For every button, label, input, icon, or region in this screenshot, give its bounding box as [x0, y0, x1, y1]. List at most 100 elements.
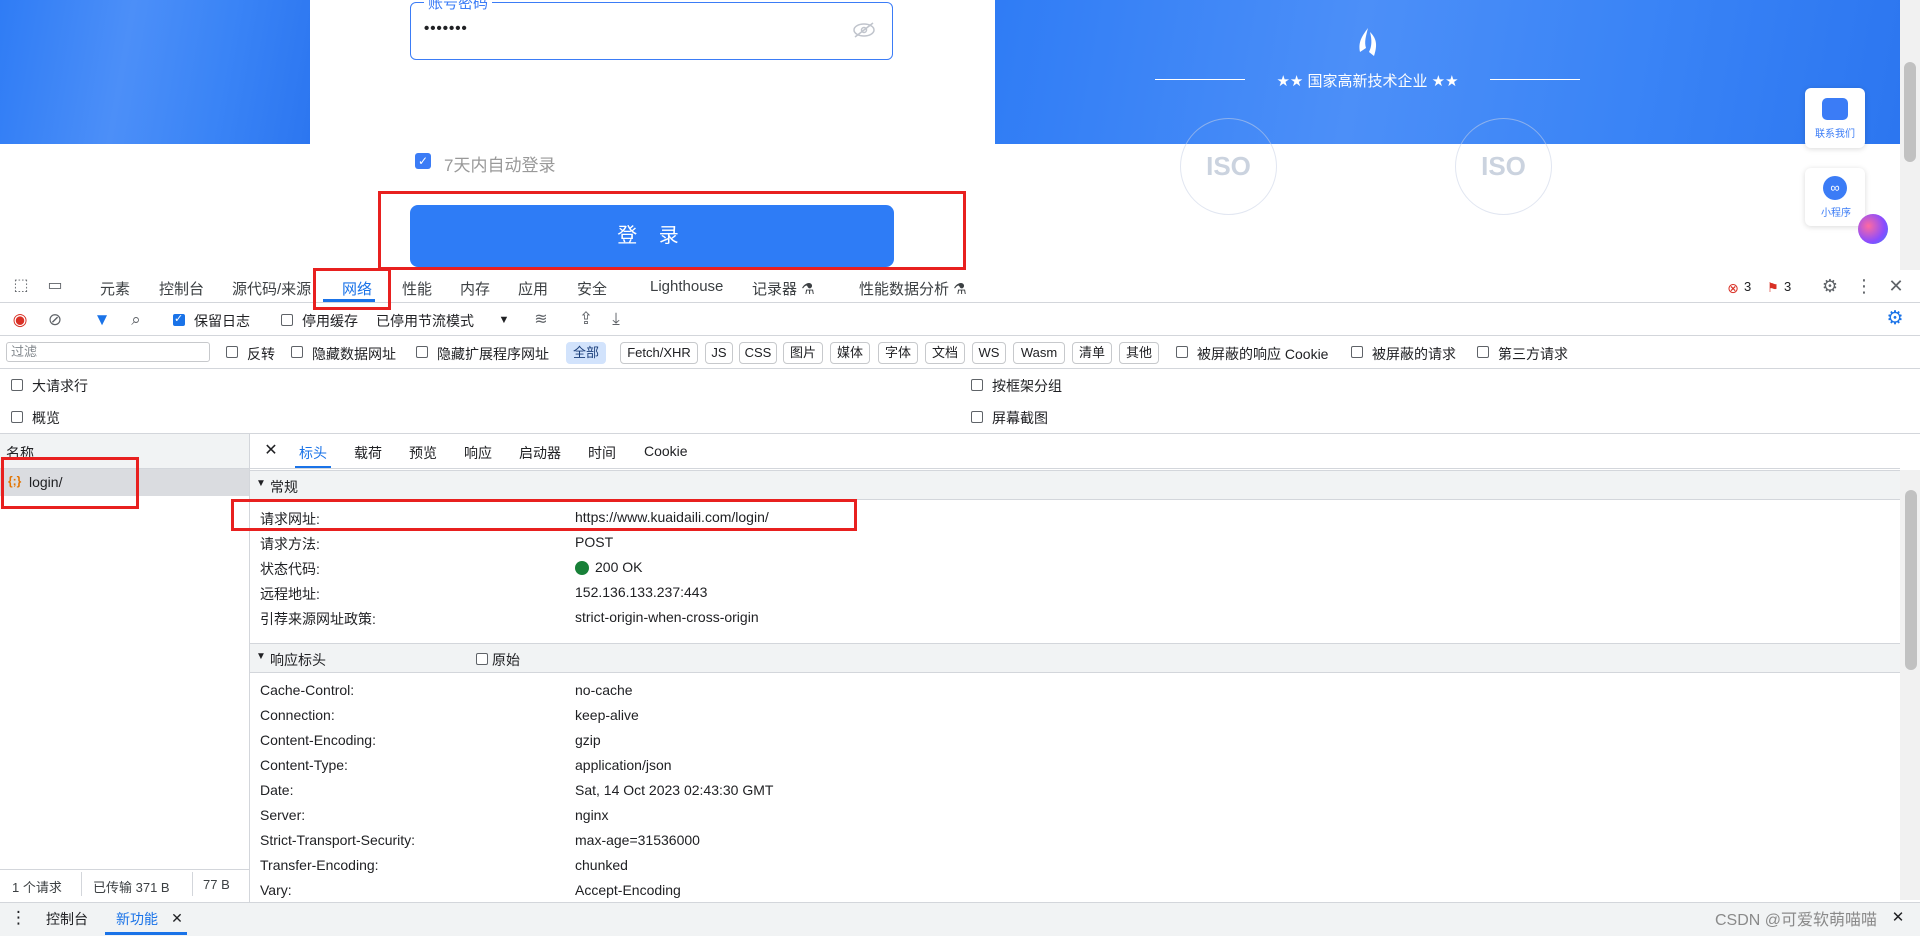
tab-elements[interactable]: 元素 — [100, 278, 130, 299]
filter-chip-wasm[interactable]: Wasm — [1013, 342, 1065, 364]
tab-timing[interactable]: 时间 — [588, 443, 616, 463]
filter-chip-other[interactable]: 其他 — [1119, 342, 1159, 364]
page-scrollbar-thumb[interactable] — [1904, 62, 1916, 162]
blocked-cookies-checkbox[interactable] — [1176, 346, 1188, 358]
device-toolbar-icon[interactable]: ▭ — [44, 276, 66, 296]
request-method-value: POST — [575, 534, 614, 550]
tab-headers[interactable]: 标头 — [299, 443, 327, 463]
drawer-tab-console[interactable]: 控制台 — [46, 909, 88, 929]
tab-console[interactable]: 控制台 — [159, 278, 204, 299]
header-value: application/json — [575, 757, 672, 773]
upload-har-icon[interactable]: ⇪ — [576, 309, 596, 329]
filter-chip-font[interactable]: 字体 — [878, 342, 918, 364]
clear-icon[interactable]: ⊘ — [45, 310, 65, 330]
close-tab-icon[interactable]: ✕ — [170, 908, 184, 928]
preserve-log-checkbox[interactable] — [173, 312, 185, 326]
blocked-cookies-label: 被屏蔽的响应 Cookie — [1197, 346, 1329, 362]
detail-scrollbar-thumb[interactable] — [1905, 490, 1917, 670]
tagline: ★★ 国家高新技术企业 ★★ — [1155, 70, 1580, 90]
overview-checkbox[interactable] — [11, 411, 23, 423]
tab-cookies[interactable]: Cookie — [644, 443, 688, 459]
third-party-checkbox[interactable] — [1477, 346, 1489, 358]
tab-lighthouse[interactable]: Lighthouse — [650, 278, 723, 295]
throttle-select[interactable]: 已停用节流模式 — [376, 311, 474, 331]
inspect-element-icon[interactable]: ⬚ — [10, 276, 32, 296]
preserve-log-label: 保留日志 — [194, 313, 250, 329]
screenshots-label: 屏幕截图 — [992, 410, 1048, 426]
filter-chip-js[interactable]: JS — [705, 342, 733, 364]
password-legend: 账号密码 — [424, 0, 493, 13]
expand-triangle-icon[interactable]: ▼ — [256, 478, 266, 489]
tab-preview[interactable]: 预览 — [409, 443, 437, 463]
invert-checkbox[interactable] — [226, 346, 238, 358]
header-key: Server: — [260, 807, 306, 823]
general-section-header[interactable]: ▼ 常规 — [250, 470, 1900, 500]
issue-flag-icon[interactable]: ⚑ — [1765, 278, 1781, 298]
hide-extension-urls-checkbox[interactable] — [416, 346, 428, 358]
network-options — [0, 369, 1920, 434]
tab-recorder[interactable]: 记录器 ⚗ — [752, 278, 815, 299]
mini-program-label: 小程序 — [1821, 208, 1851, 219]
tab-application[interactable]: 应用 — [518, 278, 548, 299]
filter-chip-css[interactable]: CSS — [739, 342, 777, 364]
header-key: Content-Encoding: — [260, 732, 376, 748]
summary-divider — [192, 872, 193, 896]
filter-chip-doc[interactable]: 文档 — [925, 342, 965, 364]
blocked-requests-checkbox[interactable] — [1351, 346, 1363, 358]
drawer-tab-whats-new[interactable]: 新功能 — [116, 909, 158, 929]
screenshots-checkbox[interactable] — [971, 411, 983, 423]
tab-security[interactable]: 安全 — [577, 278, 607, 299]
filter-chip-ws[interactable]: WS — [972, 342, 1006, 364]
contact-us-label: 联系我们 — [1815, 129, 1855, 140]
record-stop-icon[interactable]: ◉ — [10, 310, 30, 330]
more-menu-icon[interactable]: ⋮ — [1854, 276, 1874, 296]
header-value: max-age=31536000 — [575, 832, 700, 848]
chevron-down-icon[interactable]: ▼ — [496, 310, 512, 330]
tab-memory[interactable]: 内存 — [460, 278, 490, 299]
disable-cache-checkbox[interactable] — [281, 314, 293, 326]
filter-chip-img[interactable]: 图片 — [783, 342, 823, 364]
filter-icon[interactable]: ▼ — [92, 310, 112, 330]
big-request-rows-label: 大请求行 — [32, 378, 88, 394]
tab-response[interactable]: 响应 — [464, 443, 492, 463]
hide-data-urls-checkbox[interactable] — [291, 346, 303, 358]
web-page: 账号密码 ••••••• ✓ 7天内自动登录 登 录 ★★ 国家高新技术企业 ★… — [0, 0, 1920, 270]
download-har-icon[interactable]: ⤓ — [606, 309, 626, 329]
tab-performance-insights[interactable]: 性能数据分析 ⚗ — [859, 278, 967, 299]
filter-input[interactable]: 过滤 — [6, 342, 210, 362]
filter-chip-all[interactable]: 全部 — [566, 342, 606, 364]
close-devtools-icon[interactable]: ✕ — [1886, 276, 1906, 296]
error-count[interactable]: 3 — [1744, 279, 1751, 294]
hide-extension-urls-label: 隐藏扩展程序网址 — [437, 346, 549, 362]
big-request-rows-checkbox[interactable] — [11, 379, 23, 391]
settings-gear-icon[interactable]: ⚙ — [1819, 276, 1841, 296]
company-logo-icon — [1359, 28, 1377, 56]
expand-triangle-icon[interactable]: ▼ — [256, 651, 266, 662]
filter-chip-manifest[interactable]: 清单 — [1072, 342, 1112, 364]
tab-payload[interactable]: 载荷 — [354, 443, 382, 463]
eye-off-icon[interactable] — [852, 22, 876, 38]
close-drawer-icon[interactable]: ✕ — [1890, 908, 1906, 928]
filter-chip-media[interactable]: 媒体 — [830, 342, 870, 364]
header-key: Cache-Control: — [260, 682, 355, 698]
search-icon[interactable]: ⌕ — [126, 310, 146, 330]
group-by-frame-checkbox[interactable] — [971, 379, 983, 391]
referrer-policy-key: 引荐来源网址政策: — [260, 611, 376, 627]
filter-chip-fetch-xhr[interactable]: Fetch/XHR — [620, 342, 698, 364]
header-value: Sat, 14 Oct 2023 02:43:30 GMT — [575, 782, 774, 798]
network-settings-icon[interactable]: ⚙ — [1884, 309, 1906, 329]
drawer-menu-icon[interactable]: ⋮ — [10, 908, 27, 928]
raw-headers-checkbox[interactable] — [476, 653, 488, 665]
network-conditions-icon[interactable]: ≋ — [530, 310, 552, 330]
ai-assistant-icon[interactable] — [1858, 214, 1888, 244]
response-headers-section-header[interactable]: ▼ 响应标头 原始 — [250, 643, 1900, 673]
remote-address-key: 远程地址: — [260, 586, 320, 602]
error-icon[interactable]: ⊗ — [1725, 278, 1741, 298]
issue-count[interactable]: 3 — [1784, 279, 1791, 294]
remember-checkbox[interactable]: ✓ — [415, 153, 431, 169]
close-detail-icon[interactable]: ✕ — [262, 441, 280, 461]
tab-sources[interactable]: 源代码/来源 — [232, 278, 312, 299]
tab-performance[interactable]: 性能 — [402, 278, 432, 299]
password-value[interactable]: ••••••• — [424, 20, 468, 37]
tab-initiator[interactable]: 启动器 — [519, 443, 561, 463]
